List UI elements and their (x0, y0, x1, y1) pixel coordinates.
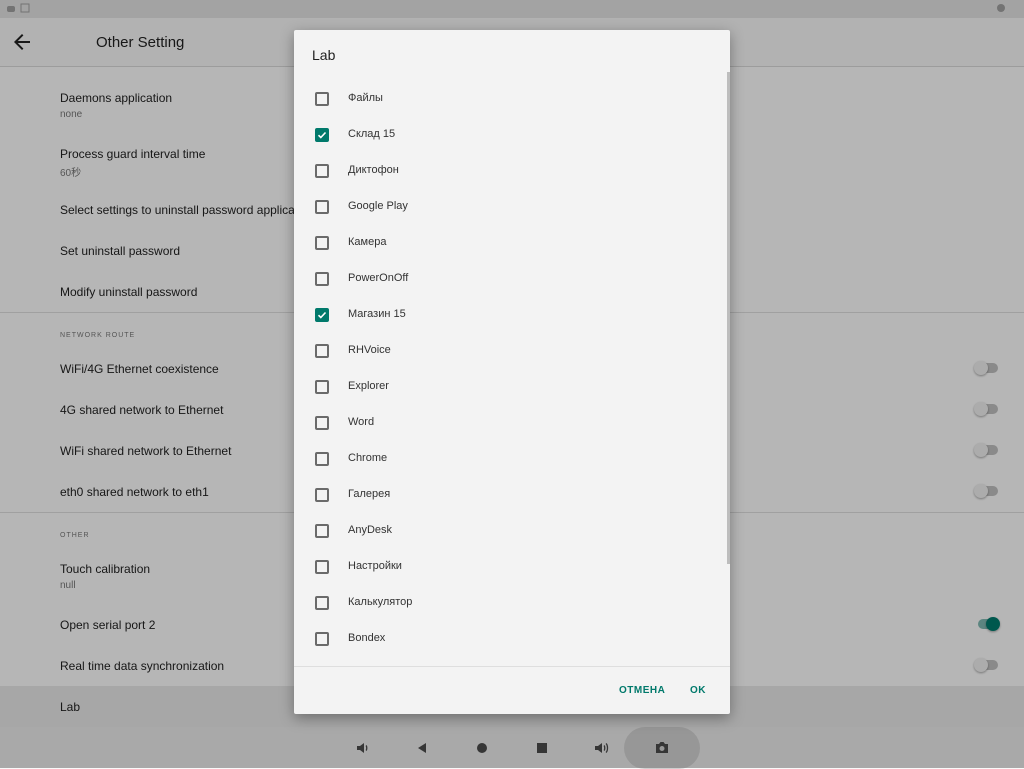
dialog-item-label: Настройки (348, 560, 402, 572)
checkbox[interactable] (315, 272, 329, 286)
scrollbar[interactable] (727, 72, 730, 564)
dialog-list-item[interactable]: Google Play (294, 189, 724, 225)
dialog-list-item[interactable]: Bondex (294, 621, 724, 657)
dialog-item-label: Галерея (348, 488, 391, 500)
dialog-list-item[interactable]: Склад 15 (294, 117, 724, 153)
check-icon (317, 131, 327, 139)
dialog-item-label: Магазин 15 (348, 308, 406, 320)
dialog-list-item[interactable]: AnyDesk (294, 513, 724, 549)
dialog-list-item[interactable]: Магазин 15 (294, 297, 724, 333)
dialog-list-item[interactable]: Калькулятор (294, 585, 724, 621)
cancel-button[interactable]: ОТМЕНА (619, 685, 665, 696)
checkbox[interactable] (315, 308, 329, 322)
dialog-list-item[interactable]: Диктофон (294, 153, 724, 189)
dialog-list-item[interactable]: Галерея (294, 477, 724, 513)
dialog-item-label: Файлы (348, 92, 383, 104)
dialog-list-item[interactable]: Музыка (294, 657, 724, 666)
dialog-list-item[interactable]: Chrome (294, 441, 724, 477)
dialog-list[interactable]: Файлы Склад 15 Диктофон Google Play Камера Po… (294, 84, 730, 666)
dialog-list-item[interactable]: Explorer (294, 369, 724, 405)
checkbox[interactable] (315, 236, 329, 250)
dialog-item-label: Chrome (348, 452, 388, 464)
dialog-item-label: Explorer (348, 380, 389, 392)
checkbox[interactable] (315, 560, 329, 574)
dialog-title: Lab (312, 47, 336, 63)
dialog-item-label: RHVoice (348, 344, 391, 356)
checkbox[interactable] (315, 380, 329, 394)
dialog-list-item[interactable]: Word (294, 405, 724, 441)
dialog-list-item[interactable]: PowerOnOff (294, 261, 724, 297)
dialog-list-item[interactable]: RHVoice (294, 333, 724, 369)
dialog-item-label: AnyDesk (348, 524, 393, 536)
dialog-item-label: Калькулятор (348, 596, 413, 608)
checkbox[interactable] (315, 164, 329, 178)
checkbox[interactable] (315, 596, 329, 610)
dialog-divider (294, 666, 730, 667)
dialog-list-item[interactable]: Камера (294, 225, 724, 261)
checkbox[interactable] (315, 524, 329, 538)
checkbox[interactable] (315, 92, 329, 106)
dialog-item-label: Word (348, 416, 375, 428)
dialog-list-item[interactable]: Файлы (294, 84, 724, 117)
checkbox[interactable] (315, 200, 329, 214)
check-icon (317, 311, 327, 319)
checkbox[interactable] (315, 632, 329, 646)
ok-button[interactable]: OK (690, 685, 706, 696)
checkbox[interactable] (315, 452, 329, 466)
dialog-item-label: Bondex (348, 632, 386, 644)
checkbox[interactable] (315, 416, 329, 430)
checkbox[interactable] (315, 128, 329, 142)
checkbox[interactable] (315, 488, 329, 502)
dialog-item-label: PowerOnOff (348, 272, 409, 284)
dialog-list-item[interactable]: Настройки (294, 549, 724, 585)
lab-dialog: Lab Файлы Склад 15 Диктофон Google Play Каме… (294, 30, 730, 714)
checkbox[interactable] (315, 344, 329, 358)
dialog-item-label: Диктофон (348, 164, 399, 176)
dialog-item-label: Google Play (348, 200, 408, 212)
dialog-item-label: Камера (348, 236, 387, 248)
dialog-item-label: Склад 15 (348, 128, 396, 140)
